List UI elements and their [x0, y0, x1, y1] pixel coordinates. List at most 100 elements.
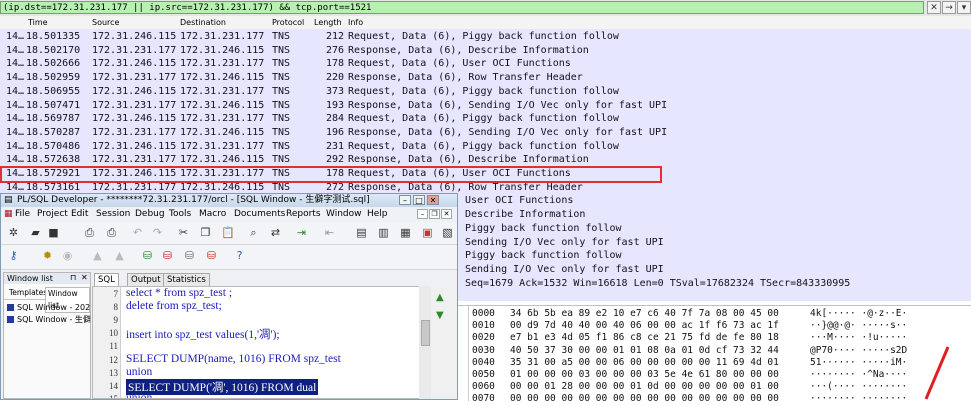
menu-reports[interactable]: Reports [286, 208, 321, 221]
menu-project[interactable]: Project [37, 208, 68, 221]
window-list-item[interactable]: SQL Window - 202 [7, 302, 90, 313]
window-list-item[interactable]: SQL Window - 生僻 [7, 314, 91, 325]
close-window-icon[interactable]: ▣ [421, 226, 434, 239]
redo-icon[interactable]: ↷ [151, 226, 164, 239]
packet-row[interactable]: 14… 18.501335 172.31.246.115 172.31.231.177… [0, 30, 971, 44]
key-icon[interactable]: ⚷ [7, 249, 20, 262]
menu-window[interactable]: Window [326, 208, 362, 221]
tab-output[interactable]: Output [127, 273, 165, 286]
code-line[interactable]: SELECT DUMP(name, 1016) FROM spz_test [126, 353, 341, 365]
display-filter-bar: (ip.dst==172.31.231.177 || ip.src==172.3… [0, 0, 971, 17]
packet-cell-time: 18.502959 [26, 72, 81, 84]
column-header-source[interactable]: Source [92, 16, 119, 29]
mdi-close-icon[interactable]: ✕ [441, 209, 452, 219]
packet-info-text: User OCI Functions [465, 195, 574, 207]
pin-icon[interactable]: ⊓ [70, 273, 76, 282]
column-header-destination[interactable]: Destination [180, 16, 226, 29]
code-line[interactable]: delete from spz_test; [126, 300, 222, 312]
explain-plan-icon[interactable]: ⛁ [183, 249, 196, 262]
close-icon[interactable]: ✕ [427, 195, 439, 205]
execute-gear-icon[interactable]: ✹ [41, 249, 54, 262]
rollback-icon[interactable]: ⛁ [161, 249, 174, 262]
nav-up-icon[interactable]: ▲ [436, 292, 444, 303]
menu-help[interactable]: Help [367, 208, 388, 221]
packet-bytes-pane: 0000 34 6b 5b ea 89 e2 10 e7 c6 40 7f 7a … [456, 305, 971, 404]
menu-tools[interactable]: Tools [169, 208, 191, 221]
menu-macro[interactable]: Macro [199, 208, 226, 221]
help-icon[interactable]: ? [233, 249, 246, 262]
packet-cell-dst: 172.31.231.177 [180, 85, 265, 97]
packet-row[interactable]: 14… 18.570486 172.31.246.115 172.31.231.177… [0, 140, 971, 154]
code-line[interactable]: insert into spz_test values(1,'凋'); [126, 326, 280, 342]
display-filter-input[interactable]: (ip.dst==172.31.231.177 || ip.src==172.3… [0, 1, 924, 14]
minimize-icon[interactable]: – [399, 195, 411, 205]
column-header-time[interactable]: Time [28, 16, 48, 29]
undo-icon[interactable]: ↶ [131, 226, 144, 239]
column-header-length[interactable]: Length [314, 16, 342, 29]
packet-row[interactable]: 14… 18.570287 172.31.231.177 172.31.246.115… [0, 126, 971, 140]
find-icon[interactable]: ⌕ [247, 226, 260, 239]
apply-filter-icon[interactable]: → [942, 1, 956, 14]
packet-cell-proto: TNS [272, 99, 291, 111]
menu-session[interactable]: Session [96, 208, 130, 221]
save-icon[interactable]: ■ [47, 226, 60, 239]
packet-cell-len: 292 [326, 154, 345, 166]
fetch-last-icon[interactable]: ▲ [113, 249, 126, 262]
menu-debug[interactable]: Debug [135, 208, 165, 221]
packet-row[interactable]: 14… 18.502666 172.31.246.115 172.31.231.177… [0, 57, 971, 71]
mdi-restore-icon[interactable]: ❐ [429, 209, 440, 219]
window-list-icon[interactable]: ▧ [441, 226, 454, 239]
line-number-gutter: 7 8 9 10 11 12 13 14 15 [93, 287, 121, 398]
outdent-icon[interactable]: ⇤ [323, 226, 336, 239]
packet-row[interactable]: 14… 18.506955 172.31.246.115 172.31.231.177… [0, 85, 971, 99]
commit-icon[interactable]: ⛁ [141, 249, 154, 262]
packet-cell-proto: TNS [272, 72, 291, 84]
menu-documents[interactable]: Documents [234, 208, 285, 221]
mdi-minimize-icon[interactable]: – [417, 209, 428, 219]
print-icon[interactable]: ⎙ [83, 226, 96, 239]
packet-row[interactable]: 14… 18.507471 172.31.231.177 172.31.246.115… [0, 99, 971, 113]
code-line-selected[interactable]: SELECT DUMP('凋', 1016) FROM dual [126, 378, 319, 395]
packet-cell-time: 18.506955 [26, 85, 81, 97]
maximize-icon[interactable]: □ [413, 195, 425, 205]
tab-sql[interactable]: SQL [94, 273, 119, 286]
packet-cell-src: 172.31.246.115 [92, 58, 177, 70]
menu-file[interactable]: File [15, 208, 30, 221]
packet-row[interactable]: 14… 18.502959 172.31.231.177 172.31.246.115… [0, 71, 971, 85]
window-list-tabs: Templates Window list [4, 287, 90, 313]
menu-edit[interactable]: Edit [71, 208, 88, 221]
replace-icon[interactable]: ⇄ [269, 226, 282, 239]
column-header-info[interactable]: Info [348, 16, 363, 29]
break-icon[interactable]: ◉ [61, 249, 74, 262]
column-header-protocol[interactable]: Protocol [272, 16, 304, 29]
session-icon[interactable]: ⛁ [205, 249, 218, 262]
open-icon[interactable]: ▰ [29, 226, 42, 239]
new-icon[interactable]: ✲ [7, 226, 20, 239]
packet-row[interactable]: 14… 18.572638 172.31.231.177 172.31.246.115… [0, 153, 971, 167]
nav-down-icon[interactable]: ▼ [436, 310, 444, 321]
packet-row[interactable]: 14… 18.502170 172.31.231.177 172.31.246.115… [0, 44, 971, 58]
tab-templates[interactable]: Templates [9, 287, 47, 299]
uncomment-icon[interactable]: ▥ [377, 226, 390, 239]
print-preview-icon[interactable]: ⎙ [105, 226, 118, 239]
filter-dropdown-icon[interactable]: ▾ [957, 1, 971, 14]
tab-statistics[interactable]: Statistics [163, 273, 210, 286]
panel-close-icon[interactable]: ✕ [81, 273, 88, 282]
indent-icon[interactable]: ⇥ [295, 226, 308, 239]
code-line[interactable]: union [126, 366, 152, 378]
format-icon[interactable]: ▦ [399, 226, 412, 239]
clear-filter-icon[interactable]: ✕ [927, 1, 941, 14]
sql-editor[interactable]: 7 8 9 10 11 12 13 14 15 select * from spz_test ;… [92, 286, 431, 399]
fetch-icon[interactable]: ▲ [91, 249, 104, 262]
packet-cell-proto: TNS [272, 140, 291, 152]
paste-icon[interactable]: 📋 [221, 226, 235, 239]
code-line[interactable]: union [126, 392, 152, 398]
editor-scrollbar[interactable] [419, 286, 431, 399]
cut-icon[interactable]: ✂ [177, 226, 190, 239]
packet-cell-len: 220 [326, 72, 345, 84]
packet-row[interactable]: 14… 18.569787 172.31.246.115 172.31.231.177… [0, 112, 971, 126]
copy-icon[interactable]: ❐ [199, 226, 212, 239]
code-line[interactable]: select * from spz_test ; [126, 287, 232, 299]
comment-icon[interactable]: ▤ [355, 226, 368, 239]
scroll-thumb[interactable] [421, 320, 430, 346]
